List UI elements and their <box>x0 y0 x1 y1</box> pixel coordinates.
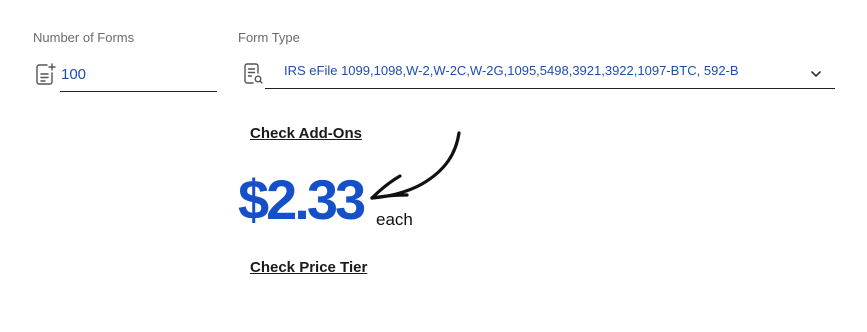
check-price-tier-link[interactable]: Check Price Tier <box>250 259 367 276</box>
price-unit: each <box>376 210 413 229</box>
check-add-ons-link[interactable]: Check Add-Ons <box>250 125 362 142</box>
price-value: $2.33 <box>238 168 366 231</box>
hand-drawn-arrow-icon <box>360 128 470 208</box>
number-of-forms-field <box>33 58 217 92</box>
number-of-forms-input-wrap <box>60 58 217 92</box>
pricing-calculator: Number of Forms Form Type 100 IRS eFile … <box>0 0 867 332</box>
form-type-select[interactable]: IRS eFile 1099,1098,W-2,W-2C,W-2G,1095,5… <box>265 58 835 89</box>
number-of-forms-input[interactable] <box>60 59 211 89</box>
document-plus-icon <box>35 62 57 86</box>
chevron-down-icon <box>809 66 823 77</box>
form-type-label: Form Type <box>238 30 300 45</box>
form-type-field: IRS eFile 1099,1098,W-2,W-2C,W-2G,1095,5… <box>240 58 835 92</box>
document-search-icon <box>242 61 264 85</box>
number-of-forms-label: Number of Forms <box>33 30 135 45</box>
form-type-selected-value: IRS eFile 1099,1098,W-2,W-2C,W-2G,1095,5… <box>284 63 739 78</box>
